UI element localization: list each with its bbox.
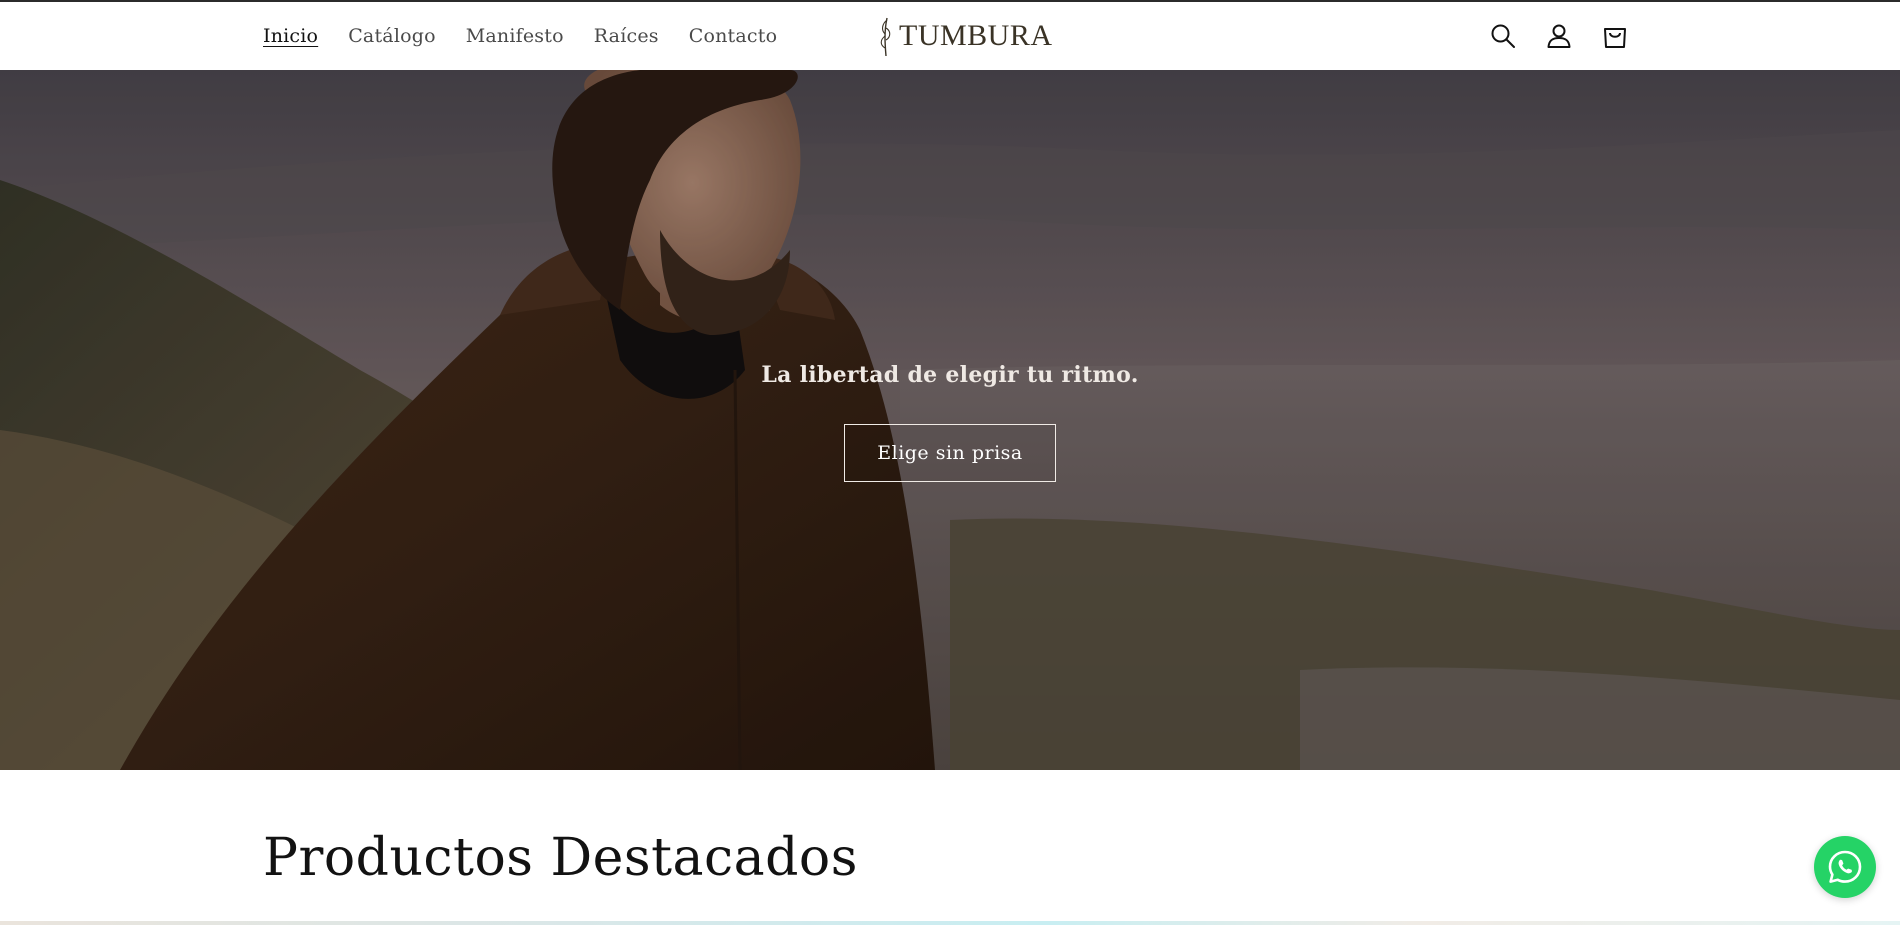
brand-logo[interactable]: TUMBURA — [875, 12, 1053, 60]
search-icon — [1491, 24, 1515, 48]
hero-title: La libertad de elegir tu ritmo. — [761, 362, 1139, 388]
hero-cta-button[interactable]: Elige sin prisa — [844, 424, 1056, 482]
header-icons — [1486, 14, 1632, 58]
cart-icon — [1604, 28, 1626, 48]
account-icon — [1547, 24, 1571, 48]
search-button[interactable] — [1486, 14, 1520, 58]
product-grid-edge — [0, 921, 1900, 925]
account-button[interactable] — [1542, 14, 1576, 58]
cart-button[interactable] — [1598, 14, 1632, 58]
nav-link-raices[interactable]: Raíces — [594, 25, 659, 47]
site-header: Inicio Catálogo Manifesto Raíces Contact… — [0, 2, 1900, 70]
logo-wordmark: TUMBURA — [899, 19, 1053, 52]
whatsapp-button[interactable] — [1814, 836, 1876, 898]
wheat-leaf-icon — [880, 17, 891, 57]
nav-link-contacto[interactable]: Contacto — [689, 25, 778, 47]
hero-banner: La libertad de elegir tu ritmo. Elige si… — [0, 70, 1900, 770]
featured-products-title: Productos Destacados — [263, 828, 858, 888]
nav-link-inicio[interactable]: Inicio — [263, 25, 318, 47]
nav-link-manifesto[interactable]: Manifesto — [466, 25, 564, 47]
main-nav: Inicio Catálogo Manifesto Raíces Contact… — [263, 2, 777, 70]
nav-link-catalogo[interactable]: Catálogo — [348, 25, 436, 47]
whatsapp-icon — [1828, 850, 1862, 883]
hero-overlay — [0, 70, 1900, 770]
